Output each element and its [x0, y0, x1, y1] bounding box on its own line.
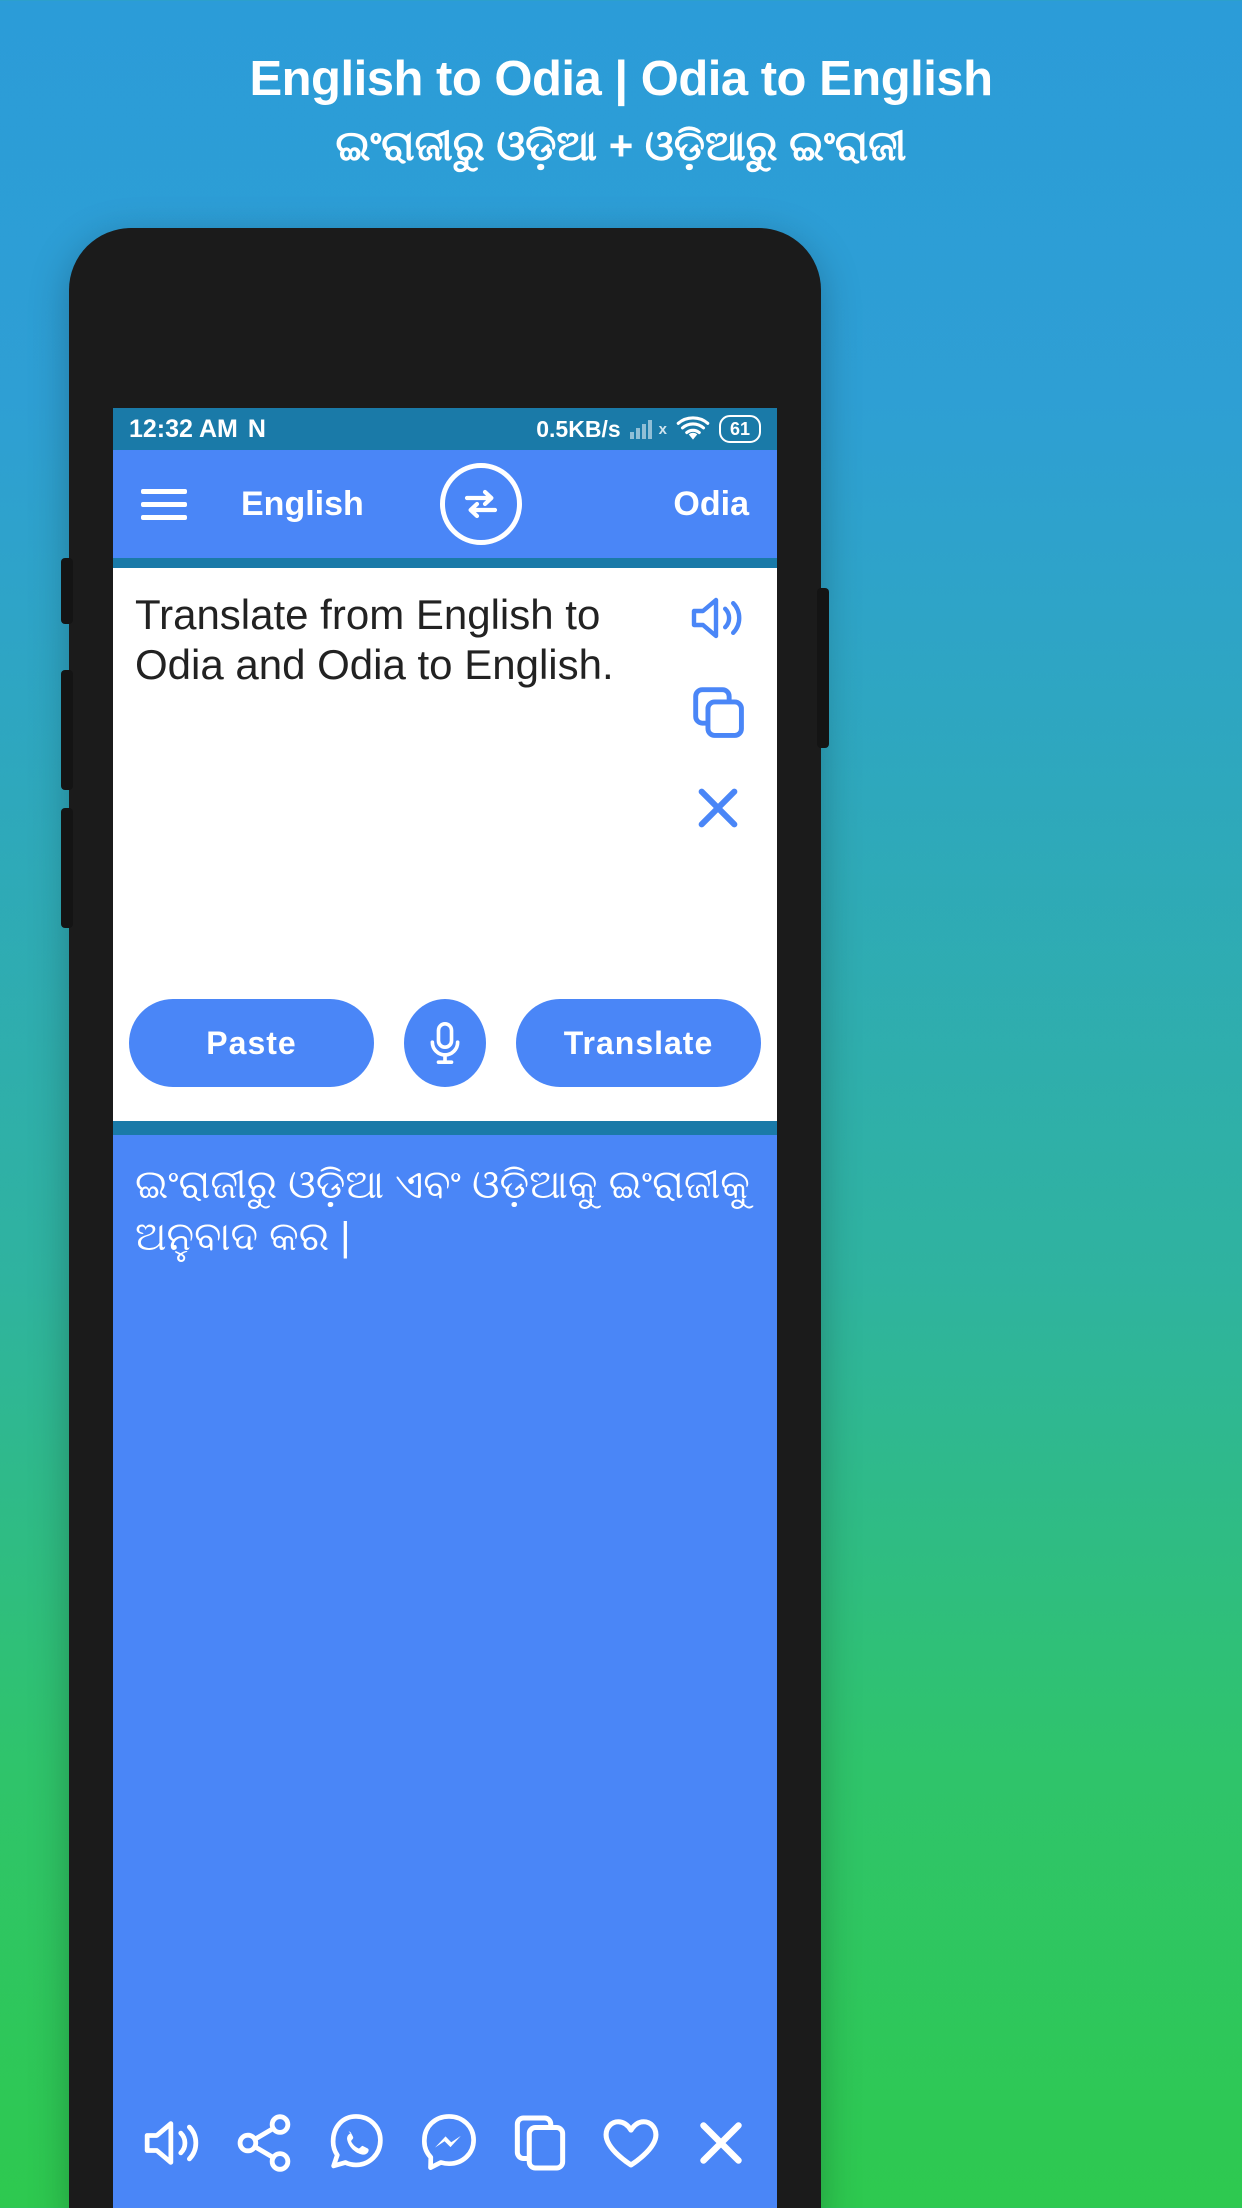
status-bar: 12:32 AM N 0.5KB/s x 61	[113, 408, 777, 450]
status-bar-time: 12:32 AM	[129, 414, 238, 443]
whatsapp-icon[interactable]	[323, 2111, 389, 2180]
input-button-row: Paste Translate	[113, 999, 777, 1121]
output-action-bar	[113, 2111, 777, 2208]
share-icon[interactable]	[234, 2113, 296, 2178]
copy-icon[interactable]	[509, 2112, 571, 2179]
toolbar-divider	[113, 558, 777, 568]
output-card: ଇଂରାଜୀରୁ ଓଡ଼ିଆ ଏବଂ ଓଡ଼ିଆକୁ ଇଂରାଜୀକୁ ଅନୁବ…	[113, 1135, 777, 2208]
phone-screen: 12:32 AM N 0.5KB/s x 61 English Odia Tra…	[113, 408, 777, 2208]
translated-text[interactable]: ଇଂରାଜୀରୁ ଓଡ଼ିଆ ଏବଂ ଓଡ଼ିଆକୁ ଇଂରାଜୀକୁ ଅନୁବ…	[113, 1135, 777, 1263]
carrier-logo-icon: N	[247, 414, 266, 443]
favorite-icon[interactable]	[598, 2113, 664, 2178]
swap-languages-icon[interactable]	[439, 463, 522, 545]
hamburger-menu-icon[interactable]	[141, 488, 187, 520]
microphone-icon[interactable]	[404, 999, 486, 1087]
source-language-selector[interactable]: English	[241, 485, 364, 524]
speak-icon[interactable]	[139, 2115, 207, 2176]
signal-bars-icon	[629, 419, 652, 439]
network-speed-label: 0.5KB/s	[536, 415, 621, 442]
input-action-column	[659, 568, 777, 999]
app-toolbar: English Odia	[113, 450, 777, 558]
phone-bezel: 12:32 AM N 0.5KB/s x 61 English Odia Tra…	[69, 228, 821, 2208]
output-divider	[113, 1121, 777, 1135]
phone-mockup: 12:32 AM N 0.5KB/s x 61 English Odia Tra…	[61, 228, 829, 2208]
clear-icon[interactable]	[690, 780, 746, 841]
speak-icon[interactable]	[687, 592, 749, 649]
translate-button[interactable]: Translate	[516, 999, 761, 1087]
clear-icon[interactable]	[691, 2113, 751, 2178]
paste-button[interactable]: Paste	[129, 999, 374, 1087]
target-language-selector[interactable]: Odia	[673, 485, 749, 524]
promo-header: English to Odia | Odia to English ଇଂରାଜୀ…	[0, 0, 1242, 171]
copy-icon[interactable]	[689, 683, 747, 746]
signal-x-icon: x	[658, 420, 667, 438]
wifi-icon	[676, 416, 710, 442]
source-text-input[interactable]: Translate from English to Odia and Odia …	[113, 568, 659, 999]
promo-subtitle: ଇଂରାଜୀରୁ ଓଡ଼ିଆ + ଓଡ଼ିଆରୁ ଇଂରାଜୀ	[335, 121, 907, 169]
messenger-icon[interactable]	[416, 2111, 482, 2180]
promo-title: English to Odia | Odia to English	[249, 52, 993, 106]
battery-indicator: 61	[718, 414, 761, 444]
input-card: Translate from English to Odia and Odia …	[113, 568, 777, 1121]
